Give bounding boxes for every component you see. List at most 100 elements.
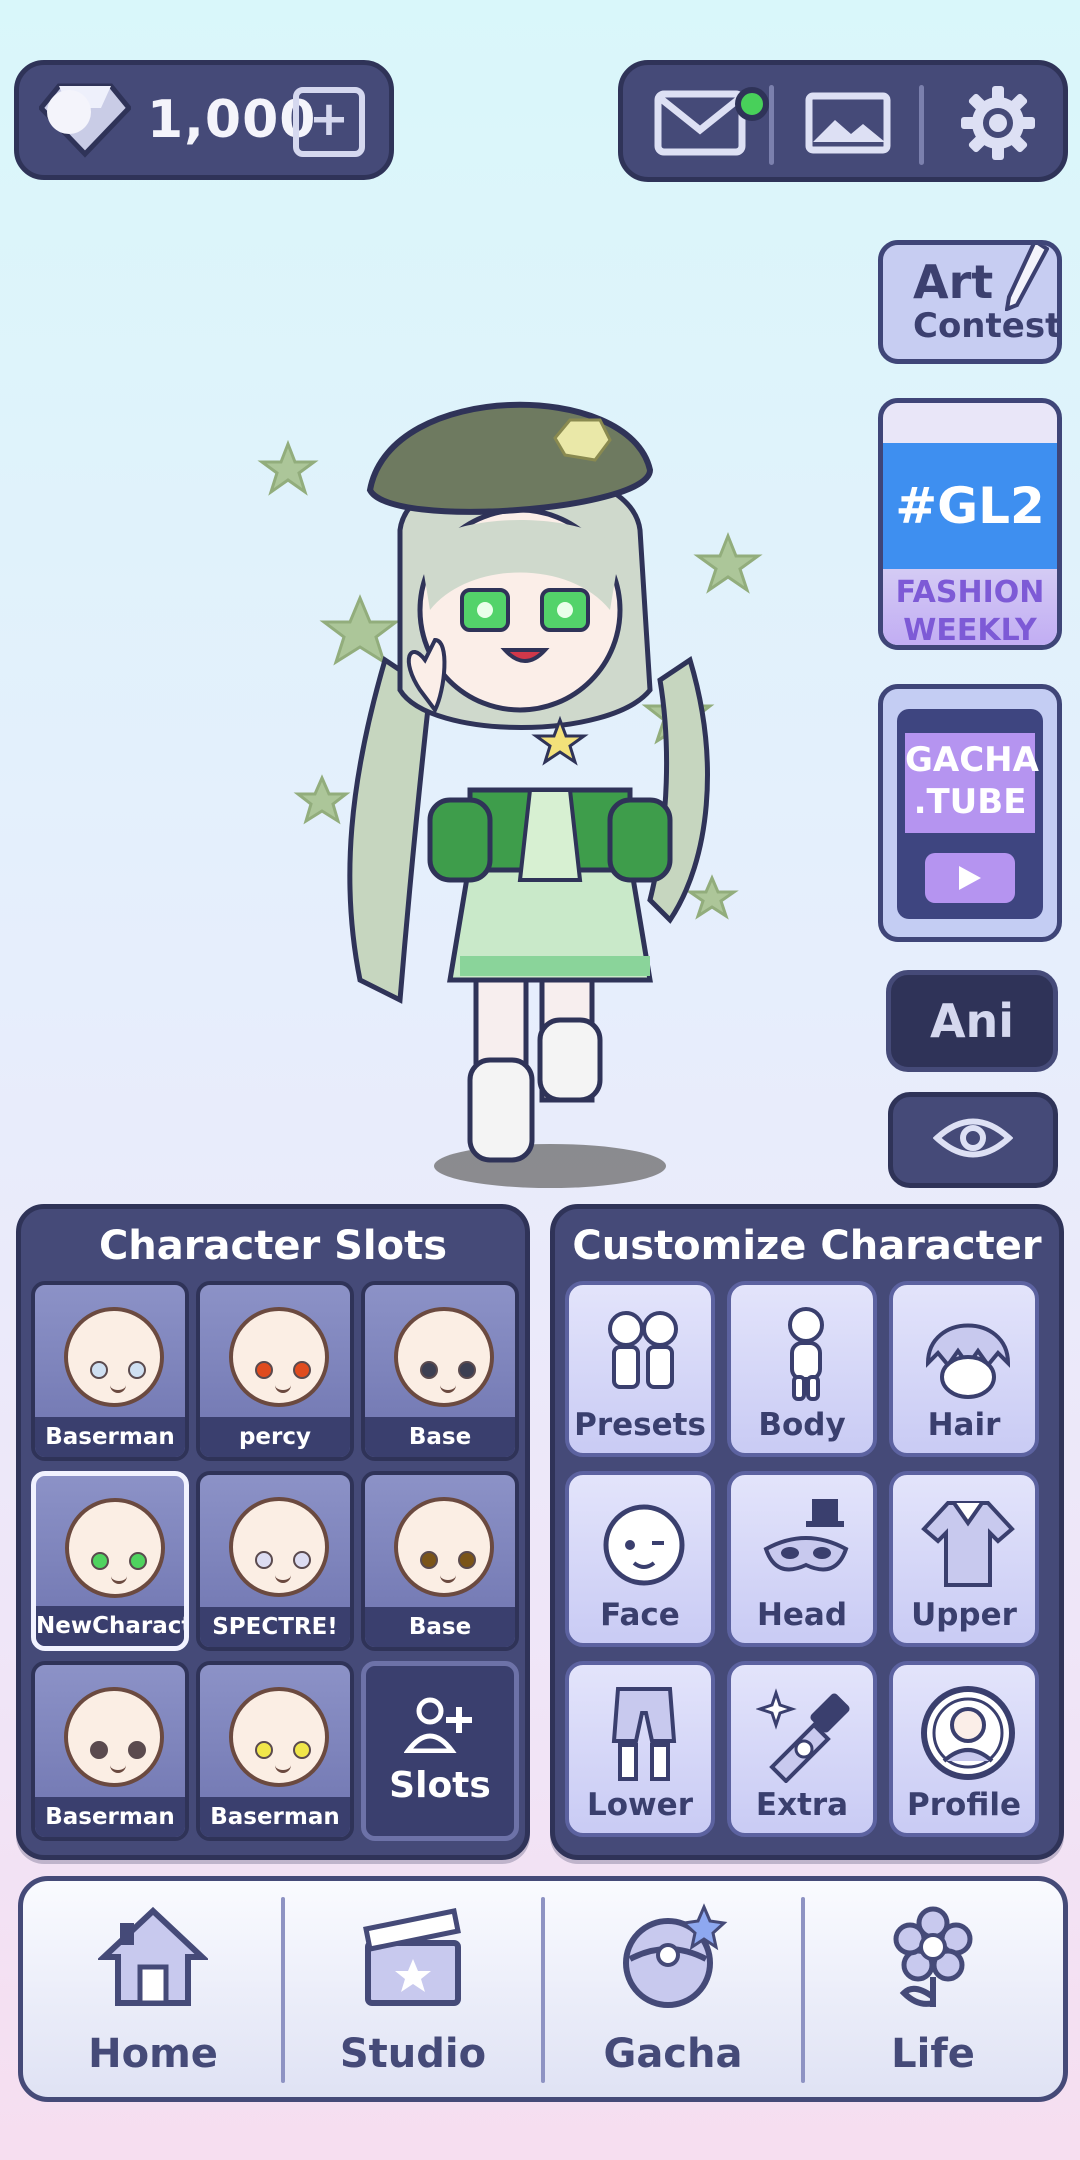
- head-icon: [756, 1491, 856, 1595]
- gacha-tube-card[interactable]: GACHA .TUBE: [878, 684, 1062, 942]
- tablet-screen: GACHA .TUBE: [897, 709, 1043, 919]
- eye: [91, 1552, 109, 1570]
- presets-icon: [594, 1301, 694, 1405]
- character-slot[interactable]: Baserman: [31, 1281, 189, 1461]
- weekly-label: WEEKLY: [903, 613, 1037, 648]
- mail-button[interactable]: [635, 75, 769, 175]
- eye: [128, 1741, 146, 1759]
- top-actions-bar: [618, 60, 1068, 182]
- customize-button-label: Hair: [927, 1407, 1001, 1443]
- nav-label: Studio: [339, 2031, 487, 2077]
- toggle-visibility-button[interactable]: [888, 1092, 1058, 1188]
- clapperboard-icon: [353, 1903, 473, 2013]
- nav-life[interactable]: Life: [803, 1881, 1063, 2097]
- head-button[interactable]: Head: [727, 1471, 877, 1647]
- face-button[interactable]: Face: [565, 1471, 715, 1647]
- eye: [293, 1741, 311, 1759]
- art-contest-card[interactable]: Art Contest: [878, 240, 1062, 364]
- lower-icon: [594, 1681, 694, 1785]
- character-avatar: [65, 1498, 165, 1598]
- eye: [458, 1551, 476, 1569]
- eye: [255, 1551, 273, 1569]
- gacha-icon: [613, 1903, 733, 2013]
- customize-button-label: Upper: [911, 1597, 1017, 1633]
- eye-icon: [932, 1115, 1014, 1165]
- character-avatar: [394, 1497, 494, 1597]
- add-slots-button[interactable]: Slots: [361, 1661, 519, 1841]
- lower-button[interactable]: Lower: [565, 1661, 715, 1837]
- hair-button[interactable]: Hair: [889, 1281, 1039, 1457]
- nav-studio[interactable]: Studio: [283, 1881, 543, 2097]
- gem-icon: [37, 78, 133, 162]
- character-slot[interactable]: percy: [196, 1281, 354, 1461]
- eye: [90, 1361, 108, 1379]
- gallery-button[interactable]: [783, 75, 913, 175]
- character-preview[interactable]: [250, 360, 770, 1190]
- nav-home[interactable]: Home: [23, 1881, 283, 2097]
- nav-label: Home: [88, 2031, 218, 2077]
- upper-button[interactable]: Upper: [889, 1471, 1039, 1647]
- divider: [919, 85, 924, 165]
- character-avatar: [229, 1307, 329, 1407]
- divider: [769, 85, 774, 165]
- nav-label: Life: [891, 2031, 975, 2077]
- body-button[interactable]: Body: [727, 1281, 877, 1457]
- character-avatar: [229, 1687, 329, 1787]
- mail-icon: [654, 90, 746, 160]
- gem-counter[interactable]: 1,000 +: [14, 60, 394, 180]
- profile-button[interactable]: Profile: [889, 1661, 1039, 1837]
- slot-label: percy: [200, 1417, 350, 1457]
- customize-button-label: Presets: [574, 1407, 706, 1443]
- eye: [255, 1741, 273, 1759]
- eye: [128, 1361, 146, 1379]
- gacha-tube-line2: .TUBE: [913, 782, 1027, 822]
- image-icon: [805, 92, 891, 158]
- character-slot[interactable]: SPECTRE!: [196, 1471, 354, 1651]
- add-user-icon: [403, 1697, 476, 1757]
- home-icon: [93, 1903, 213, 2013]
- character-slots-panel: Character Slots Baserman percy Base NewChar…: [16, 1204, 530, 1860]
- face-icon: [594, 1491, 694, 1595]
- character-avatar: [64, 1687, 164, 1787]
- hair-icon: [918, 1301, 1018, 1405]
- character-slot[interactable]: Baserman: [196, 1661, 354, 1841]
- fashion-weekly-card[interactable]: #GL2 FASHION WEEKLY: [878, 398, 1062, 650]
- character-slots-title: Character Slots: [98, 1223, 448, 1269]
- character-slot[interactable]: Base: [361, 1471, 519, 1651]
- slot-label: Baserman: [35, 1797, 185, 1837]
- extra-button[interactable]: Extra: [727, 1661, 877, 1837]
- eye: [255, 1361, 273, 1379]
- extra-icon: [756, 1681, 856, 1785]
- character-slot[interactable]: NewCharacte: [31, 1471, 189, 1651]
- add-gems-button[interactable]: +: [293, 87, 365, 157]
- eye: [420, 1551, 438, 1569]
- gacha-tube-line1: GACHA: [905, 740, 1039, 780]
- play-icon: [925, 853, 1015, 903]
- customize-character-title: Customize Character: [572, 1223, 1042, 1269]
- gem-count: 1,000: [147, 90, 317, 150]
- upper-icon: [918, 1491, 1018, 1595]
- nav-label: Gacha: [603, 2031, 743, 2077]
- presets-button[interactable]: Presets: [565, 1281, 715, 1457]
- slot-label: Baserman: [35, 1417, 185, 1457]
- character-slot[interactable]: Baserman: [31, 1661, 189, 1841]
- character-avatar: [229, 1497, 329, 1597]
- bottom-nav: Home Studio Gacha Life: [18, 1876, 1068, 2102]
- eye: [293, 1551, 311, 1569]
- customize-button-label: Face: [600, 1597, 680, 1633]
- slot-label: Base: [365, 1607, 515, 1647]
- slot-label: NewCharacte: [36, 1606, 184, 1646]
- settings-button[interactable]: [933, 75, 1063, 175]
- character-avatar: [64, 1307, 164, 1407]
- add-slots-label: Slots: [389, 1764, 491, 1806]
- customize-button-label: Head: [756, 1597, 848, 1633]
- customize-button-label: Profile: [907, 1787, 1021, 1823]
- gear-icon: [959, 84, 1037, 166]
- customize-character-panel: Customize Character Presets Body Hair Face H…: [550, 1204, 1064, 1860]
- ani-button[interactable]: Ani: [886, 970, 1058, 1072]
- flower-icon: [873, 1903, 993, 2013]
- nav-gacha[interactable]: Gacha: [543, 1881, 803, 2097]
- customize-button-label: Lower: [586, 1787, 693, 1823]
- character-slot[interactable]: Base: [361, 1281, 519, 1461]
- customize-button-label: Extra: [755, 1787, 849, 1823]
